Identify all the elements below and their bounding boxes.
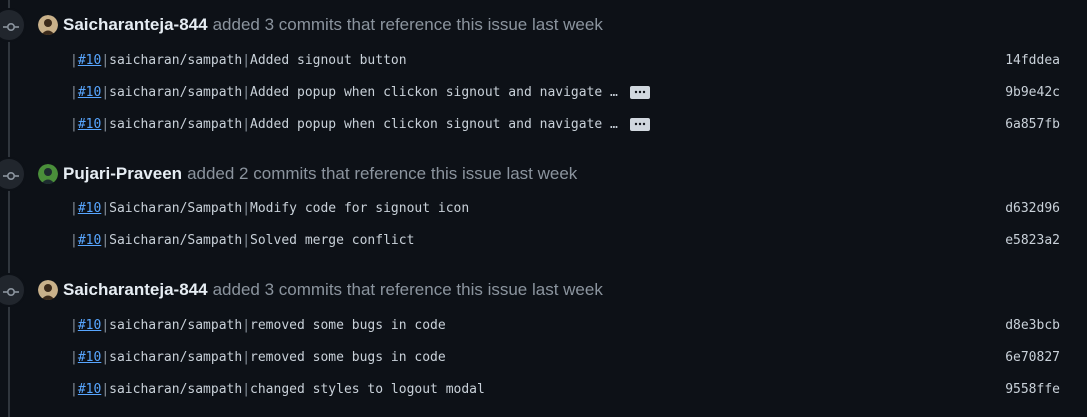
separator: | xyxy=(101,317,110,333)
commit-sha[interactable]: d8e3bcb xyxy=(1005,318,1060,333)
separator: | xyxy=(70,116,78,132)
separator: | xyxy=(70,381,78,397)
separator: | xyxy=(101,116,110,132)
expand-message-button[interactable] xyxy=(629,85,650,99)
commit-row: | #10 | saicharan/sampath | changed styles to… xyxy=(70,379,1060,399)
commit-message[interactable]: changed styles to logout modal xyxy=(250,382,485,397)
commit-message[interactable]: Solved merge conflict xyxy=(250,233,414,248)
separator: | xyxy=(242,200,251,216)
commit-sha[interactable]: e5823a2 xyxy=(1005,233,1060,248)
ellipsis-icon xyxy=(634,122,646,126)
avatar[interactable] xyxy=(38,280,58,300)
issue-link[interactable]: #10 xyxy=(78,117,101,132)
commit-sha[interactable]: 6e70827 xyxy=(1005,350,1060,365)
event-header: Saicharanteja-844 added 3 commits that r… xyxy=(38,278,603,302)
git-commit-icon xyxy=(3,288,19,297)
commit-row: | #10 | Saicharan/Sampath | Solved merge conf… xyxy=(70,230,1060,250)
separator: | xyxy=(242,232,251,248)
commit-repo[interactable]: saicharan/sampath xyxy=(109,53,242,68)
separator: | xyxy=(242,381,251,397)
separator: | xyxy=(70,317,78,333)
author-link[interactable]: Saicharanteja-844 xyxy=(63,15,208,35)
expand-message-button[interactable] xyxy=(629,117,650,131)
git-commit-icon xyxy=(3,172,19,181)
separator: | xyxy=(242,116,251,132)
commit-repo[interactable]: Saicharan/Sampath xyxy=(109,201,242,216)
separator: | xyxy=(70,200,78,216)
issue-link[interactable]: #10 xyxy=(78,85,101,100)
event-action-text: added 2 commits that reference this issu… xyxy=(187,164,578,183)
commit-sha[interactable]: 6a857fb xyxy=(1005,117,1060,132)
commit-repo[interactable]: Saicharan/Sampath xyxy=(109,233,242,248)
author-link[interactable]: Saicharanteja-844 xyxy=(63,280,208,300)
commit-row: | #10 | saicharan/sampath | removed some bugs… xyxy=(70,347,1060,367)
commit-row: | #10 | saicharan/sampath | Added popup when … xyxy=(70,114,1060,134)
separator: | xyxy=(101,200,110,216)
commit-repo[interactable]: saicharan/sampath xyxy=(109,318,242,333)
commit-badge xyxy=(0,8,26,42)
issue-link[interactable]: #10 xyxy=(78,318,101,333)
author-link[interactable]: Pujari-Praveen xyxy=(63,164,182,184)
commit-sha[interactable]: 9558ffe xyxy=(1005,382,1060,397)
git-commit-icon xyxy=(3,23,19,32)
commit-repo[interactable]: saicharan/sampath xyxy=(109,382,242,397)
event-header: Saicharanteja-844 added 3 commits that r… xyxy=(38,13,603,37)
commit-repo[interactable]: saicharan/sampath xyxy=(109,117,242,132)
commit-message[interactable]: removed some bugs in code xyxy=(250,318,446,333)
separator: | xyxy=(101,232,110,248)
avatar[interactable] xyxy=(38,164,58,184)
commit-message[interactable]: Added popup when clickon signout and nav… xyxy=(250,117,618,132)
commit-badge xyxy=(0,273,26,307)
commit-row: | #10 | saicharan/sampath | removed some bugs… xyxy=(70,315,1060,335)
commit-sha[interactable]: 9b9e42c xyxy=(1005,85,1060,100)
commit-row: | #10 | saicharan/sampath | Added signout but… xyxy=(70,50,1060,70)
commit-sha[interactable]: d632d96 xyxy=(1005,201,1060,216)
avatar[interactable] xyxy=(38,15,58,35)
separator: | xyxy=(70,52,78,68)
issue-link[interactable]: #10 xyxy=(78,233,101,248)
commit-row: | #10 | Saicharan/Sampath | Modify code for s… xyxy=(70,198,1060,218)
separator: | xyxy=(70,232,78,248)
separator: | xyxy=(242,84,251,100)
commit-row: | #10 | saicharan/sampath | Added popup when … xyxy=(70,82,1060,102)
separator: | xyxy=(70,84,78,100)
event-action-text: added 3 commits that reference this issu… xyxy=(212,280,603,299)
issue-link[interactable]: #10 xyxy=(78,382,101,397)
commit-repo[interactable]: saicharan/sampath xyxy=(109,350,242,365)
separator: | xyxy=(101,84,110,100)
commit-sha[interactable]: 14fddea xyxy=(1005,53,1060,68)
commit-message[interactable]: removed some bugs in code xyxy=(250,350,446,365)
commit-repo[interactable]: saicharan/sampath xyxy=(109,85,242,100)
timeline-line xyxy=(8,0,10,417)
separator: | xyxy=(242,317,251,333)
issue-link[interactable]: #10 xyxy=(78,53,101,68)
commit-message[interactable]: Added signout button xyxy=(250,53,407,68)
separator: | xyxy=(242,349,251,365)
separator: | xyxy=(101,349,110,365)
issue-timeline: Saicharanteja-844 added 3 commits that r… xyxy=(0,0,1087,417)
event-action-text: added 3 commits that reference this issu… xyxy=(212,15,603,34)
issue-link[interactable]: #10 xyxy=(78,201,101,216)
separator: | xyxy=(70,349,78,365)
issue-link[interactable]: #10 xyxy=(78,350,101,365)
commit-message[interactable]: Modify code for signout icon xyxy=(250,201,469,216)
commit-badge xyxy=(0,157,26,191)
separator: | xyxy=(242,52,251,68)
ellipsis-icon xyxy=(634,90,646,94)
separator: | xyxy=(101,381,110,397)
commit-message[interactable]: Added popup when clickon signout and nav… xyxy=(250,85,618,100)
separator: | xyxy=(101,52,110,68)
event-header: Pujari-Praveen added 2 commits that refe… xyxy=(38,162,577,186)
